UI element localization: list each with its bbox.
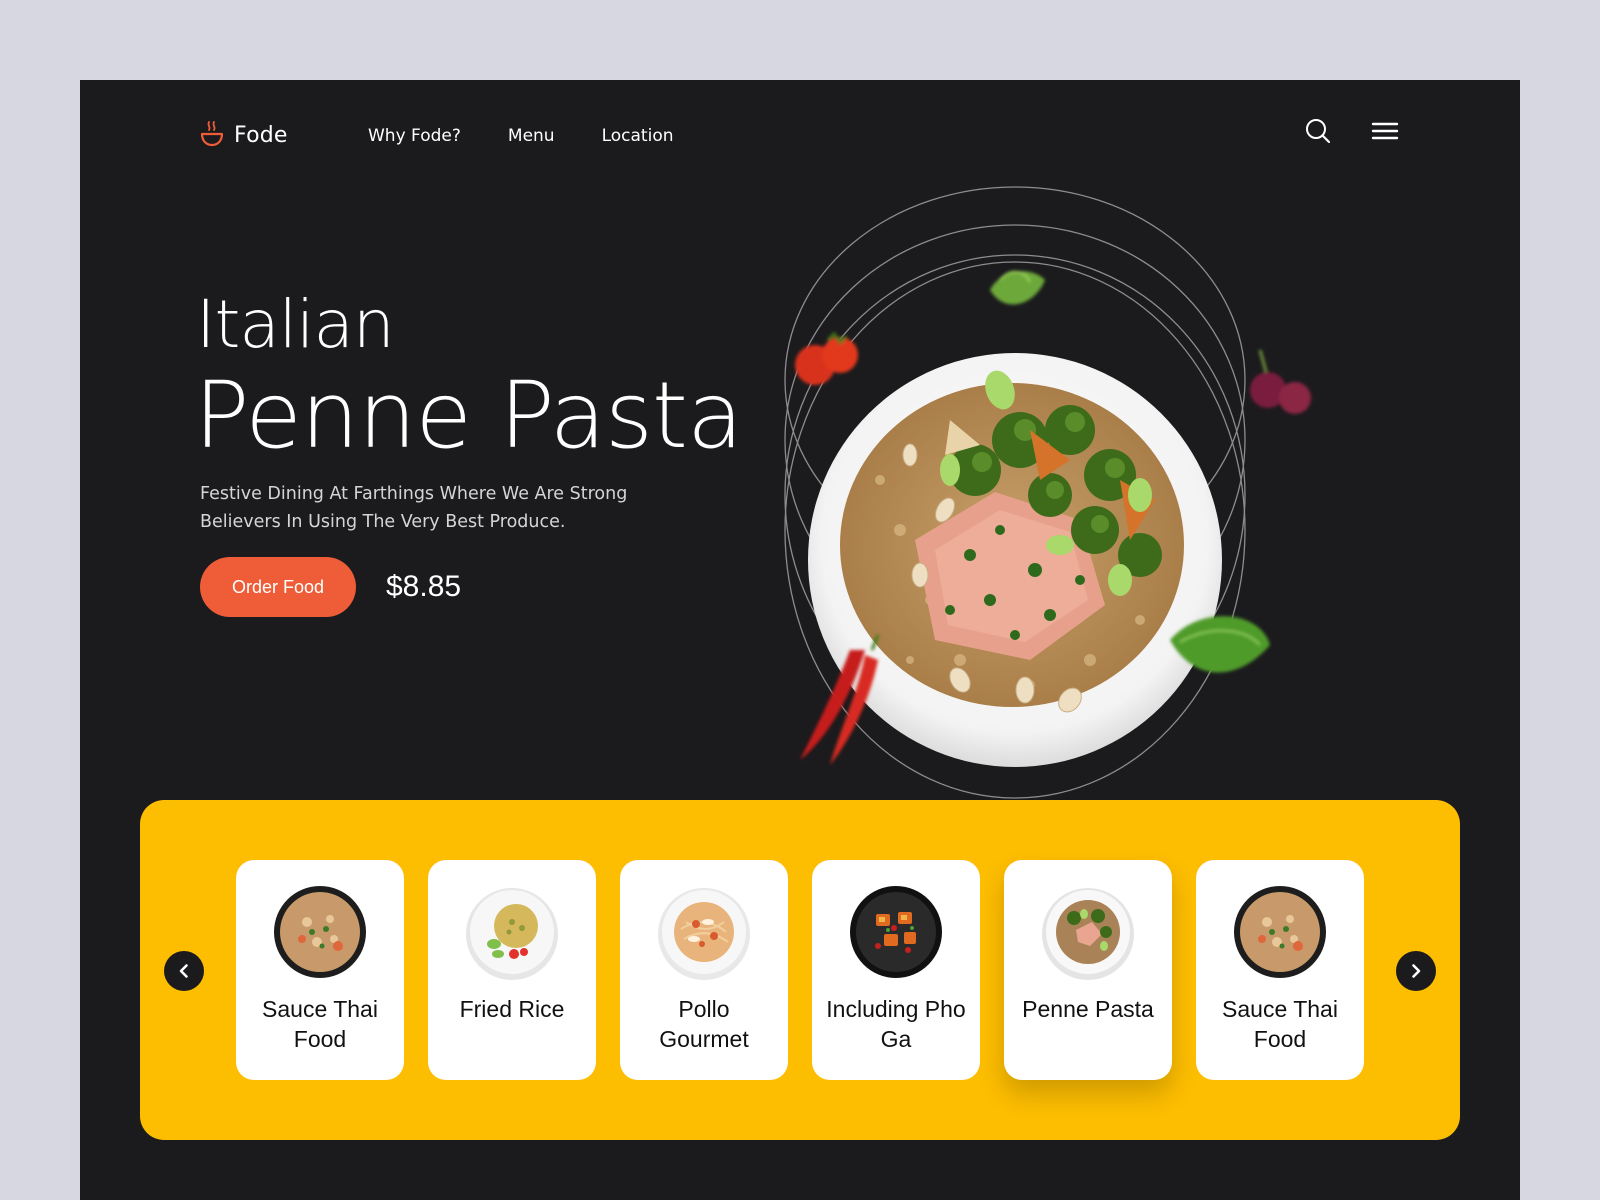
dish-card-list: Sauce Thai Food Fried Rice Pollo Gourmet… (236, 860, 1364, 1080)
hero-dish-image (784, 186, 1311, 799)
order-food-button[interactable]: Order Food (200, 557, 356, 617)
chevron-left-icon (179, 964, 188, 978)
chevron-right-icon (1412, 964, 1421, 978)
hamburger-menu-icon[interactable] (1370, 116, 1400, 146)
dish-thumbnail (658, 888, 750, 980)
carousel-prev-button[interactable] (164, 951, 204, 991)
dish-card[interactable]: Fried Rice (428, 860, 596, 1080)
dish-card-name: Penne Pasta (1022, 996, 1154, 1022)
dish-thumbnail (466, 888, 558, 980)
dish-card[interactable]: Sauce Thai Food (1196, 860, 1364, 1080)
dish-card-name: Sauce Thai Food (1222, 996, 1338, 1052)
carousel-next-button[interactable] (1396, 951, 1436, 991)
nav-menu[interactable]: Menu (508, 126, 555, 146)
hero-description: Festive Dining At Farthings Where We Are… (200, 484, 628, 532)
hero-subtitle: Italian (196, 286, 395, 363)
red-onion-garnish (1250, 349, 1311, 414)
nav-why-fode[interactable]: Why Fode? (368, 126, 461, 146)
dish-card-active[interactable]: Penne Pasta (1004, 860, 1172, 1080)
dish-thumbnail (850, 886, 942, 978)
brand-name: Fode (234, 122, 288, 148)
dish-thumbnail (1042, 888, 1134, 980)
basil-garnish-top (990, 271, 1045, 305)
dish-thumbnail (274, 886, 366, 978)
nav-location[interactable]: Location (602, 126, 674, 146)
price-label: $8.85 (386, 570, 462, 603)
dish-card[interactable]: Sauce Thai Food (236, 860, 404, 1080)
dish-carousel: Sauce Thai Food Fried Rice Pollo Gourmet… (140, 800, 1460, 1140)
dish-card[interactable]: Pollo Gourmet (620, 860, 788, 1080)
dish-thumbnail (1234, 886, 1326, 978)
hero-title: Penne Pasta (194, 362, 743, 469)
dish-card[interactable]: Including Pho Ga (812, 860, 980, 1080)
brand-logo[interactable]: Fode (200, 120, 288, 150)
dish-card-name: Fried Rice (459, 996, 565, 1022)
main-nav: Why Fode? Menu Location (368, 126, 674, 146)
landing-page: Fode Why Fode? Menu Location Italian Pen… (80, 80, 1520, 1200)
tomato-garnish (795, 331, 858, 385)
bowl-icon (200, 121, 224, 147)
dish-card-name: Pollo Gourmet (659, 996, 749, 1052)
dish-card-name: Sauce Thai Food (262, 996, 378, 1052)
dish-card-name: Including Pho Ga (826, 996, 966, 1052)
